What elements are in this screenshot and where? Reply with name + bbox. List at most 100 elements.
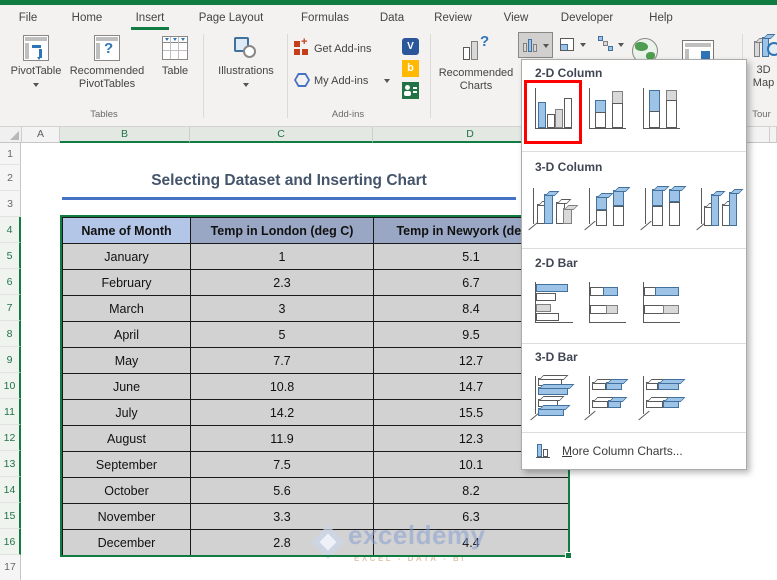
tab-data[interactable]: Data bbox=[374, 8, 410, 28]
cell-month[interactable]: January bbox=[63, 244, 191, 270]
cell-month[interactable]: April bbox=[63, 322, 191, 348]
cell-month[interactable]: December bbox=[63, 530, 191, 556]
chart-type-clustered-column[interactable] bbox=[531, 84, 577, 140]
chart-type-clustered-bar[interactable] bbox=[531, 278, 577, 334]
cell-month[interactable]: June bbox=[63, 374, 191, 400]
table-button[interactable]: Table bbox=[152, 33, 198, 107]
tab-insert[interactable]: Insert bbox=[128, 8, 172, 28]
tab-formulas[interactable]: Formulas bbox=[294, 8, 356, 28]
row-header-12[interactable]: 12 bbox=[0, 425, 21, 451]
fill-handle[interactable] bbox=[565, 552, 572, 559]
chart-type-100-stacked-bar[interactable] bbox=[639, 278, 685, 334]
section-title-2d-column: 2-D Column bbox=[535, 66, 603, 80]
cell-london[interactable]: 7.5 bbox=[191, 452, 374, 478]
table-icon bbox=[162, 36, 188, 60]
chart-type-3d-100-stacked-column[interactable] bbox=[640, 182, 687, 238]
chart-type-3d-stacked-bar[interactable] bbox=[584, 372, 631, 428]
chart-type-3d-stacked-column[interactable] bbox=[584, 182, 631, 238]
cell-london[interactable]: 5 bbox=[191, 322, 374, 348]
row-header-16[interactable]: 16 bbox=[0, 529, 21, 555]
cell-month[interactable]: October bbox=[63, 478, 191, 504]
row-header-17[interactable]: 17 bbox=[0, 555, 21, 580]
cell-month[interactable]: November bbox=[63, 504, 191, 530]
pivottable-button[interactable]: PivotTable bbox=[10, 33, 62, 107]
row-header-1[interactable]: 1 bbox=[0, 143, 21, 165]
data-table: Name of Month Temp in London (deg C) Tem… bbox=[62, 217, 569, 556]
column-header-A[interactable]: A bbox=[22, 127, 60, 143]
cell-month[interactable]: September bbox=[63, 452, 191, 478]
row-header-13[interactable]: 13 bbox=[0, 451, 21, 477]
cell-month[interactable]: February bbox=[63, 270, 191, 296]
cell-london[interactable]: 7.7 bbox=[191, 348, 374, 374]
chart-type-100-stacked-column[interactable] bbox=[639, 84, 685, 140]
row-header-6[interactable]: 6 bbox=[0, 269, 21, 295]
my-addins-button[interactable]: My Add-ins bbox=[292, 70, 396, 92]
row-header-5[interactable]: 5 bbox=[0, 243, 21, 269]
row-header-3[interactable]: 3 bbox=[0, 191, 21, 217]
cell-month[interactable]: July bbox=[63, 400, 191, 426]
insert-waterfall-chart-button[interactable] bbox=[594, 32, 629, 58]
recommended-pivottables-button[interactable]: ? Recommended PivotTables bbox=[64, 33, 150, 107]
cell-london[interactable]: 11.9 bbox=[191, 426, 374, 452]
cell-month[interactable]: March bbox=[63, 296, 191, 322]
section-title-2d-bar: 2-D Bar bbox=[535, 256, 578, 270]
row-header-2[interactable]: 2 bbox=[0, 165, 21, 191]
get-addins-button[interactable]: + Get Add-ins bbox=[292, 36, 388, 60]
tour-group-label: Tour bbox=[752, 109, 771, 120]
row-header-15[interactable]: 15 bbox=[0, 503, 21, 529]
cell-london[interactable]: 2.3 bbox=[191, 270, 374, 296]
cell-newyork[interactable]: 8.2 bbox=[374, 478, 569, 504]
visio-addin-icon[interactable]: V bbox=[402, 38, 419, 55]
column-header-B[interactable]: B bbox=[60, 127, 190, 143]
sheet-title-cell[interactable]: Selecting Dataset and Inserting Chart bbox=[62, 166, 516, 196]
column-chart-dropdown: 2-D Column 3-D Column 2-D Bar 3-D Bar Mo… bbox=[521, 59, 747, 470]
more-column-charts-item[interactable]: More Column Charts... bbox=[522, 434, 746, 468]
group-divider bbox=[430, 34, 431, 118]
cell-london[interactable]: 5.6 bbox=[191, 478, 374, 504]
chevron-down-icon bbox=[384, 79, 390, 83]
tables-group-label: Tables bbox=[90, 109, 118, 120]
cell-london[interactable]: 3 bbox=[191, 296, 374, 322]
illustrations-button[interactable]: Illustrations bbox=[208, 33, 284, 107]
tab-help[interactable]: Help bbox=[644, 8, 678, 28]
chart-type-3d-100-stacked-bar[interactable] bbox=[638, 372, 685, 428]
cell-month[interactable]: August bbox=[63, 426, 191, 452]
recommended-charts-icon: ? bbox=[462, 33, 492, 62]
chart-type-3d-column[interactable] bbox=[696, 182, 743, 238]
row-header-7[interactable]: 7 bbox=[0, 295, 21, 321]
chart-type-stacked-column[interactable] bbox=[585, 84, 631, 140]
insert-column-chart-button[interactable] bbox=[518, 32, 553, 58]
row-header-10[interactable]: 10 bbox=[0, 373, 21, 399]
column-header-F[interactable] bbox=[770, 127, 777, 143]
bing-maps-addin-icon[interactable]: b bbox=[402, 60, 419, 77]
exceldemy-watermark: exceldemy EXCEL - DATA - BI bbox=[310, 520, 485, 570]
table-header-cell[interactable]: Temp in London (deg C) bbox=[191, 218, 374, 244]
excel-window: File Home Insert Page Layout Formulas Da… bbox=[0, 0, 777, 580]
insert-hierarchy-chart-button[interactable] bbox=[556, 32, 591, 58]
row-header-11[interactable]: 11 bbox=[0, 399, 21, 425]
row-header-9[interactable]: 9 bbox=[0, 347, 21, 373]
row-header-4[interactable]: 4 bbox=[0, 217, 21, 243]
chart-type-3d-clustered-column[interactable] bbox=[528, 182, 575, 238]
cell-london[interactable]: 14.2 bbox=[191, 400, 374, 426]
row-header-8[interactable]: 8 bbox=[0, 321, 21, 347]
column-header-C[interactable]: C bbox=[190, 127, 373, 143]
select-all-corner[interactable] bbox=[0, 127, 22, 143]
section-title-3d-bar: 3-D Bar bbox=[535, 350, 578, 364]
chart-type-3d-clustered-bar[interactable] bbox=[530, 372, 577, 428]
3d-map-button[interactable]: 3D Map bbox=[750, 32, 777, 106]
tab-page-layout[interactable]: Page Layout bbox=[190, 8, 272, 28]
tab-view[interactable]: View bbox=[498, 8, 534, 28]
cell-london[interactable]: 1 bbox=[191, 244, 374, 270]
recommended-charts-button[interactable]: ? Recommended Charts bbox=[436, 33, 516, 107]
chart-type-stacked-bar[interactable] bbox=[585, 278, 631, 334]
tab-review[interactable]: Review bbox=[428, 8, 478, 28]
people-graph-addin-icon[interactable] bbox=[402, 82, 419, 99]
cell-london[interactable]: 10.8 bbox=[191, 374, 374, 400]
tab-file[interactable]: File bbox=[12, 8, 44, 28]
cell-month[interactable]: May bbox=[63, 348, 191, 374]
table-header-cell[interactable]: Name of Month bbox=[63, 218, 191, 244]
row-header-14[interactable]: 14 bbox=[0, 477, 21, 503]
tab-developer[interactable]: Developer bbox=[552, 8, 622, 28]
tab-home[interactable]: Home bbox=[66, 8, 108, 28]
